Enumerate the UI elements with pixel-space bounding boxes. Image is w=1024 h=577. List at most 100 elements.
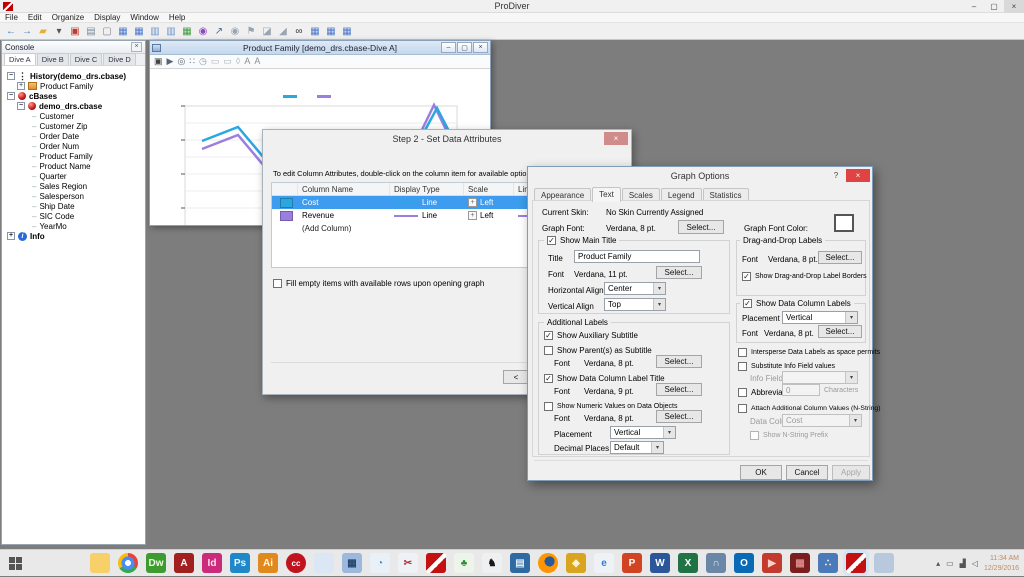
tab-dive-d[interactable]: Dive D	[103, 53, 136, 65]
powerpoint-icon[interactable]: P	[622, 553, 642, 573]
open-file-icon[interactable]: ▰	[36, 24, 50, 38]
labels-placement-dropdown[interactable]: Vertical	[782, 311, 858, 324]
decimal-places-dropdown[interactable]: Default	[610, 441, 664, 454]
divebook-icon[interactable]	[874, 553, 894, 573]
photoshop-icon[interactable]: Ps	[230, 553, 250, 573]
web-doc-icon[interactable]: ◔	[370, 553, 390, 573]
menu-item-1[interactable]: Edit	[28, 13, 42, 22]
tree-item-column-2[interactable]: Order Date	[39, 132, 79, 141]
tree-item-column-6[interactable]: Quarter	[39, 172, 66, 181]
expand-icon[interactable]: +	[17, 82, 25, 90]
tree-item-column-5[interactable]: Product Name	[39, 162, 90, 171]
prodiver-active-icon[interactable]	[846, 553, 866, 573]
table-view-icon[interactable]: ▦	[308, 24, 322, 38]
line-chart-icon[interactable]: ↗	[212, 24, 226, 38]
intersperse-checkbox[interactable]	[738, 348, 747, 357]
pointer-icon[interactable]: ▶	[167, 57, 174, 66]
apply-button[interactable]: Apply	[832, 465, 870, 480]
tab-dive-b[interactable]: Dive B	[37, 53, 69, 65]
green-table-icon[interactable]: ▦	[180, 24, 194, 38]
column-name-header[interactable]: Column Name	[298, 183, 390, 195]
zoom-icon[interactable]: ◎	[177, 57, 185, 66]
attach-nstring-checkbox[interactable]	[738, 404, 747, 413]
file-explorer-icon[interactable]	[90, 553, 110, 573]
start-button[interactable]	[0, 550, 30, 577]
window-minimize-button[interactable]: –	[441, 42, 456, 53]
tree-item-column-9[interactable]: Ship Date	[39, 202, 74, 211]
pc-status-icon[interactable]: ▭	[946, 559, 954, 568]
dive-window-titlebar[interactable]: Product Family [demo_drs.cbase-Dive A] –…	[150, 41, 490, 55]
tree-item-column-10[interactable]: SIC Code	[39, 212, 74, 221]
window-restore-button[interactable]: ▢	[457, 42, 472, 53]
table-edit-icon[interactable]: ▦	[324, 24, 338, 38]
indesign-icon[interactable]: Id	[202, 553, 222, 573]
open-dropdown-icon[interactable]: ▾	[52, 24, 66, 38]
fill-empty-items-checkbox[interactable]	[273, 279, 282, 288]
font-color-icon[interactable]: A	[244, 57, 250, 66]
step2-close-button[interactable]: ×	[604, 132, 628, 145]
notebook-icon[interactable]	[314, 553, 334, 573]
expand-icon[interactable]: −	[7, 92, 15, 100]
tree-item-column-11[interactable]: YearMo	[39, 222, 66, 231]
menu-item-4[interactable]: Window	[130, 13, 158, 22]
show-parents-subtitle-checkbox[interactable]	[544, 346, 553, 355]
snipping-tool-icon[interactable]: ✂	[398, 553, 418, 573]
show-data-column-label-title-checkbox[interactable]: ✓	[544, 374, 553, 383]
window-close-button[interactable]: ×	[473, 42, 488, 53]
font-underline-icon[interactable]: A	[254, 57, 260, 66]
console-close-icon[interactable]: ×	[131, 42, 142, 52]
print-icon[interactable]: ▤	[84, 24, 98, 38]
horizontal-align-dropdown[interactable]: Center	[604, 282, 666, 295]
show-auxiliary-subtitle-checkbox[interactable]: ✓	[544, 331, 553, 340]
show-main-title-checkbox[interactable]: ✓	[547, 236, 556, 245]
expand-icon[interactable]: −	[17, 102, 25, 110]
red-app-icon[interactable]: ▶	[762, 553, 782, 573]
black-app-icon[interactable]: ♞	[482, 553, 502, 573]
find-icon[interactable]: ∞	[292, 24, 306, 38]
expand-icon[interactable]: +	[7, 232, 15, 240]
cancel-button[interactable]: Cancel	[786, 465, 828, 480]
numeric-font-select-button[interactable]: Select...	[656, 410, 702, 423]
menu-item-5[interactable]: Help	[169, 13, 185, 22]
clock-icon[interactable]: ◷	[199, 57, 207, 66]
show-hidden-icons-button[interactable]: ▴	[936, 559, 940, 568]
show-data-column-labels-checkbox[interactable]: ✓	[743, 299, 752, 308]
graph-options-close-button[interactable]: ×	[846, 169, 870, 182]
illustrator-icon[interactable]: Ai	[258, 553, 278, 573]
network-icon[interactable]: ▟	[960, 559, 966, 568]
tray-clock[interactable]: 11:34 AM 12/29/2016	[984, 554, 1022, 572]
tree-item-cbases[interactable]: cBases	[29, 92, 57, 101]
sphere-icon[interactable]: ◉	[196, 24, 210, 38]
tree-item-column-0[interactable]: Customer	[39, 112, 74, 121]
print-preview-icon[interactable]: ▢	[100, 24, 114, 38]
tree-item-column-1[interactable]: Customer Zip	[39, 122, 87, 131]
tree-item-info[interactable]: Info	[30, 232, 45, 241]
scale-header[interactable]: Scale	[464, 183, 514, 195]
menu-item-0[interactable]: File	[5, 13, 18, 22]
snapshot-icon[interactable]: ◉	[228, 24, 242, 38]
outlook-icon[interactable]: O	[734, 553, 754, 573]
show-numeric-values-checkbox[interactable]	[544, 402, 553, 411]
expand-icon[interactable]: −	[7, 72, 15, 80]
graph-font-color-swatch[interactable]	[834, 214, 854, 232]
grid-icon[interactable]: ▭	[223, 57, 232, 66]
tabular-display-icon[interactable]: ▦	[116, 24, 130, 38]
export-icon[interactable]: ▣	[68, 24, 82, 38]
tree-item-cbase[interactable]: demo_drs.cbase	[39, 102, 102, 111]
title-input[interactable]: Product Family	[574, 250, 700, 263]
vertical-align-dropdown[interactable]: Top	[604, 298, 666, 311]
chrome-icon[interactable]	[118, 553, 138, 573]
acrobat-icon[interactable]: A	[174, 553, 194, 573]
excel-icon[interactable]: X	[678, 553, 698, 573]
substitute-info-checkbox[interactable]	[738, 362, 747, 371]
report-icon[interactable]: ▥	[164, 24, 178, 38]
flag-icon[interactable]: ⚑	[244, 24, 258, 38]
labels-font-select-button[interactable]: Select...	[818, 325, 862, 338]
dragdrop-font-select-button[interactable]: Select...	[818, 251, 862, 264]
cluster-app-icon[interactable]: ∴	[818, 553, 838, 573]
tab-text[interactable]: Text	[592, 187, 621, 202]
step2-titlebar[interactable]: Step 2 - Set Data Attributes ×	[263, 130, 631, 148]
toolbox-icon[interactable]: ◈	[566, 553, 586, 573]
palette-icon[interactable]: ▭	[211, 57, 220, 66]
calculator-icon[interactable]: ▦	[342, 553, 362, 573]
